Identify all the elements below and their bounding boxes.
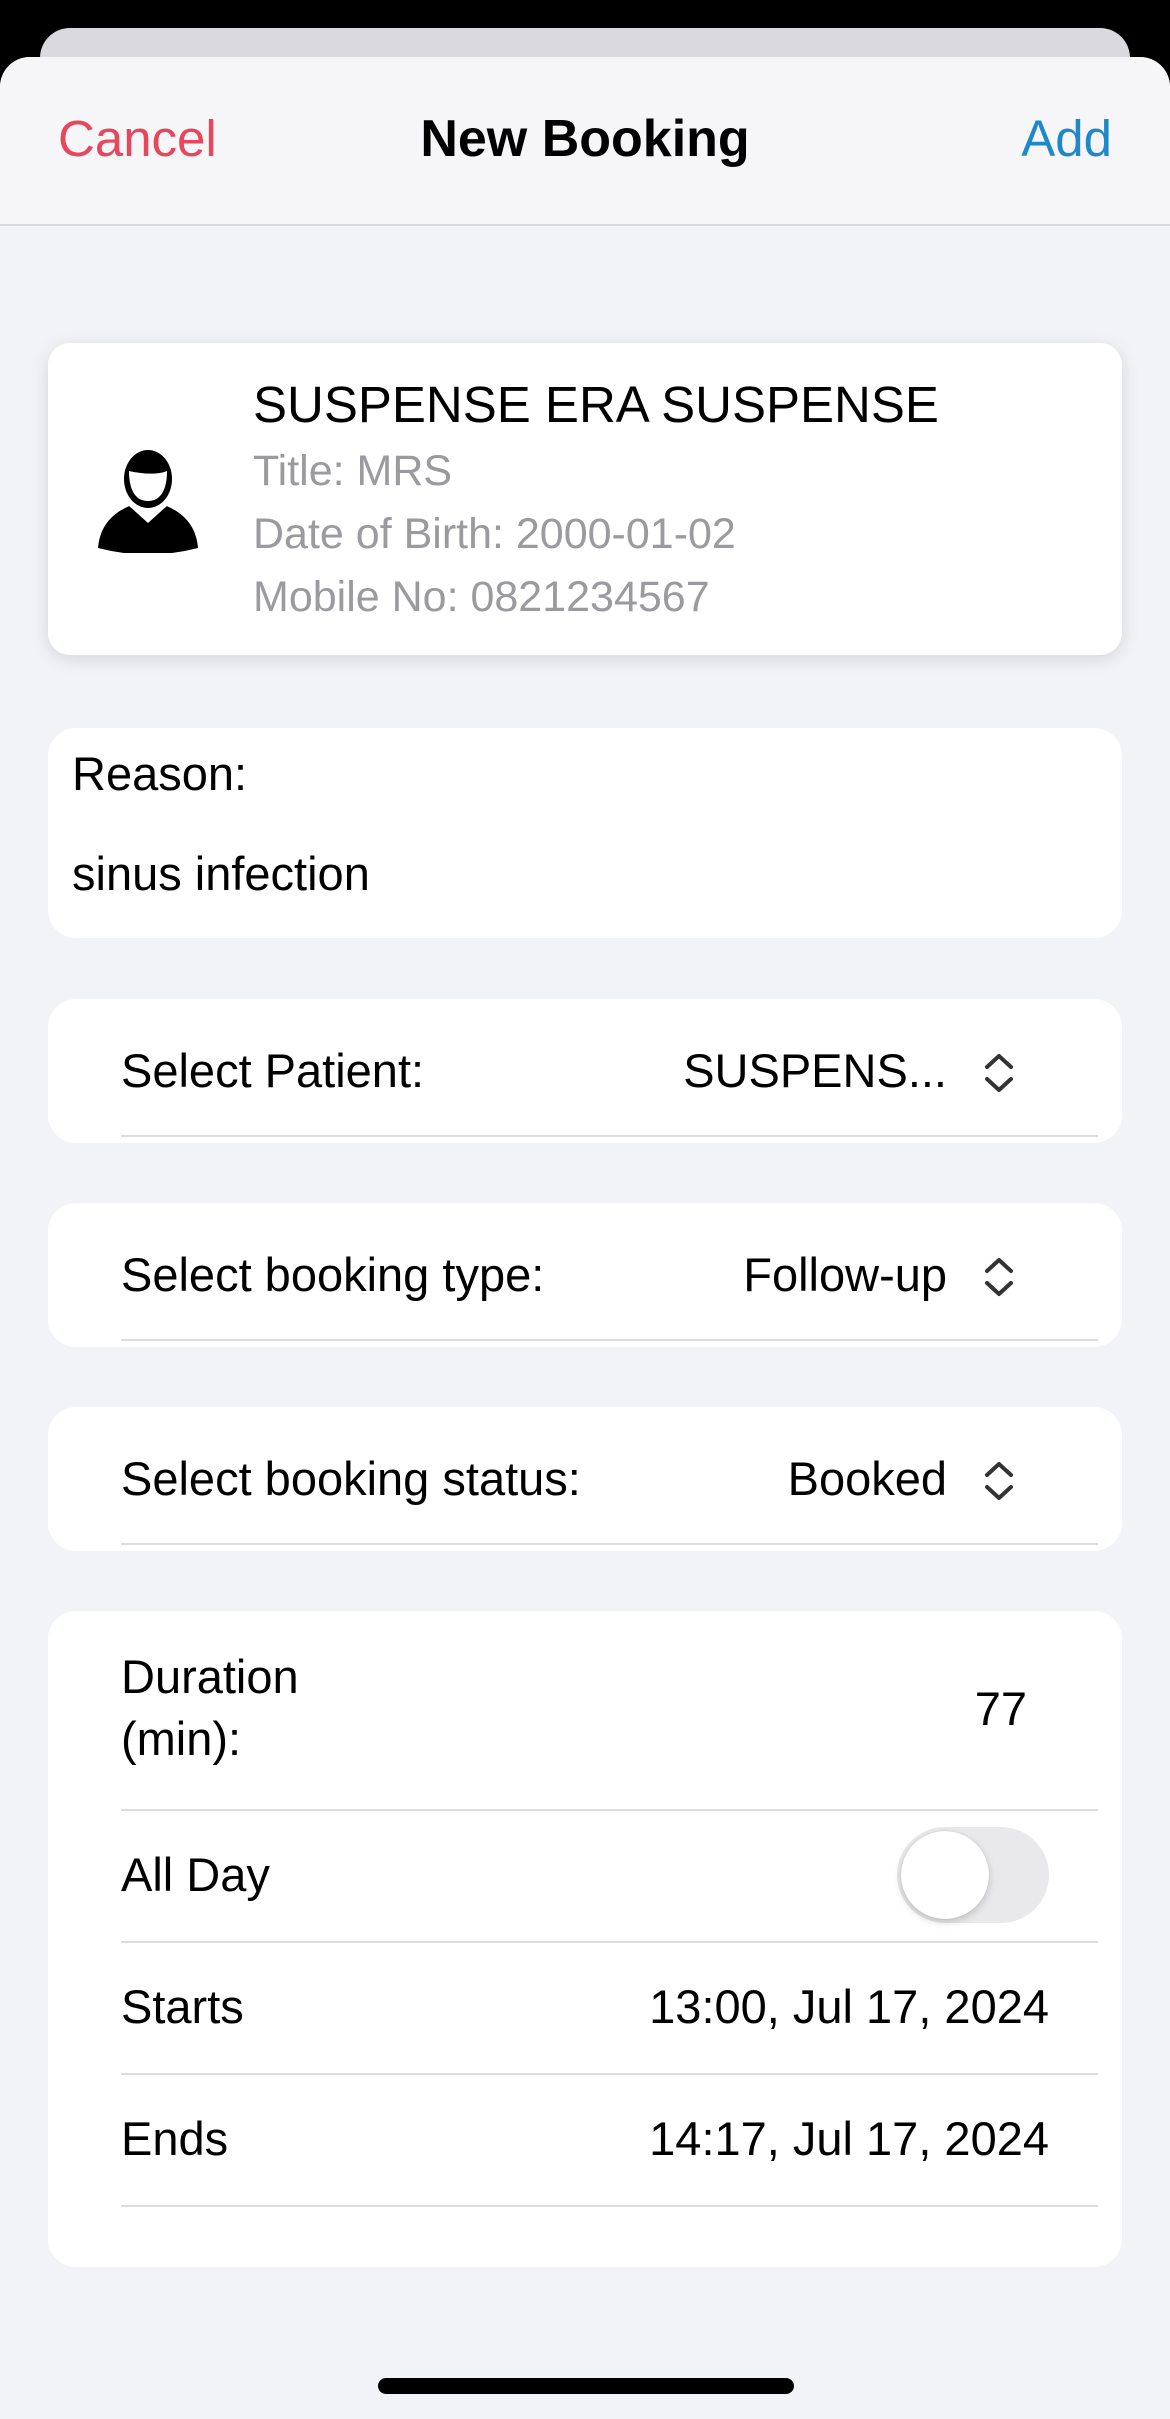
ends-label: Ends	[121, 2112, 229, 2165]
booking-sheet: Cancel New Booking Add SUSPENSE ERA SUSP…	[0, 57, 1170, 2419]
screen: Cancel New Booking Add SUSPENSE ERA SUSP…	[0, 0, 1170, 2419]
divider	[121, 1543, 1098, 1545]
patient-name: SUSPENSE ERA SUSPENSE	[253, 376, 939, 433]
divider	[121, 1941, 1098, 1943]
booking-type-picker[interactable]: Select booking type: Follow-up	[48, 1203, 1122, 1347]
starts-date-picker[interactable]: 13:00, Jul 17, 2024	[649, 1979, 1049, 2034]
add-button[interactable]: Add	[1021, 109, 1112, 168]
person-icon	[98, 450, 198, 553]
all-day-toggle[interactable]	[897, 1827, 1049, 1923]
chevron-up-down-icon[interactable]	[981, 1051, 1017, 1095]
booking-status-value[interactable]: Booked	[788, 1451, 947, 1506]
duration-label-unit: (min):	[121, 1712, 242, 1765]
divider	[121, 1339, 1098, 1341]
patient-card: SUSPENSE ERA SUSPENSE Title: MRS Date of…	[48, 343, 1122, 655]
duration-input[interactable]: 77	[975, 1681, 1027, 1736]
patient-dob: Date of Birth: 2000-01-02	[253, 510, 736, 558]
reason-field[interactable]: Reason: sinus infection	[48, 728, 1122, 938]
duration-label: Duration	[121, 1650, 299, 1703]
home-indicator[interactable]	[378, 2378, 794, 2394]
booking-details: Duration (min): 77 All Day Starts 13:00,…	[48, 1611, 1122, 2267]
divider	[121, 2073, 1098, 2075]
starts-label: Starts	[121, 1980, 244, 2033]
patient-title: Title: MRS	[253, 447, 453, 495]
reason-label: Reason:	[72, 747, 248, 800]
page-title: New Booking	[420, 110, 750, 168]
ends-date-picker[interactable]: 14:17, Jul 17, 2024	[649, 2111, 1049, 2166]
booking-type-value[interactable]: Follow-up	[743, 1247, 947, 1302]
all-day-label: All Day	[121, 1848, 270, 1901]
divider	[121, 1135, 1098, 1137]
chevron-up-down-icon[interactable]	[981, 1459, 1017, 1503]
divider	[121, 2205, 1098, 2207]
select-patient-picker[interactable]: Select Patient: SUSPENS...	[48, 999, 1122, 1143]
navigation-bar: Cancel New Booking Add	[0, 57, 1170, 226]
reason-input[interactable]: sinus infection	[72, 846, 370, 901]
booking-type-label: Select booking type:	[121, 1248, 545, 1301]
chevron-up-down-icon[interactable]	[981, 1255, 1017, 1299]
select-patient-label: Select Patient:	[121, 1044, 425, 1097]
booking-status-label: Select booking status:	[121, 1452, 581, 1505]
patient-mobile: Mobile No: 0821234567	[253, 573, 710, 621]
select-patient-value[interactable]: SUSPENS...	[683, 1043, 947, 1098]
toggle-knob	[901, 1831, 989, 1919]
booking-status-picker[interactable]: Select booking status: Booked	[48, 1407, 1122, 1551]
divider	[121, 1809, 1098, 1811]
